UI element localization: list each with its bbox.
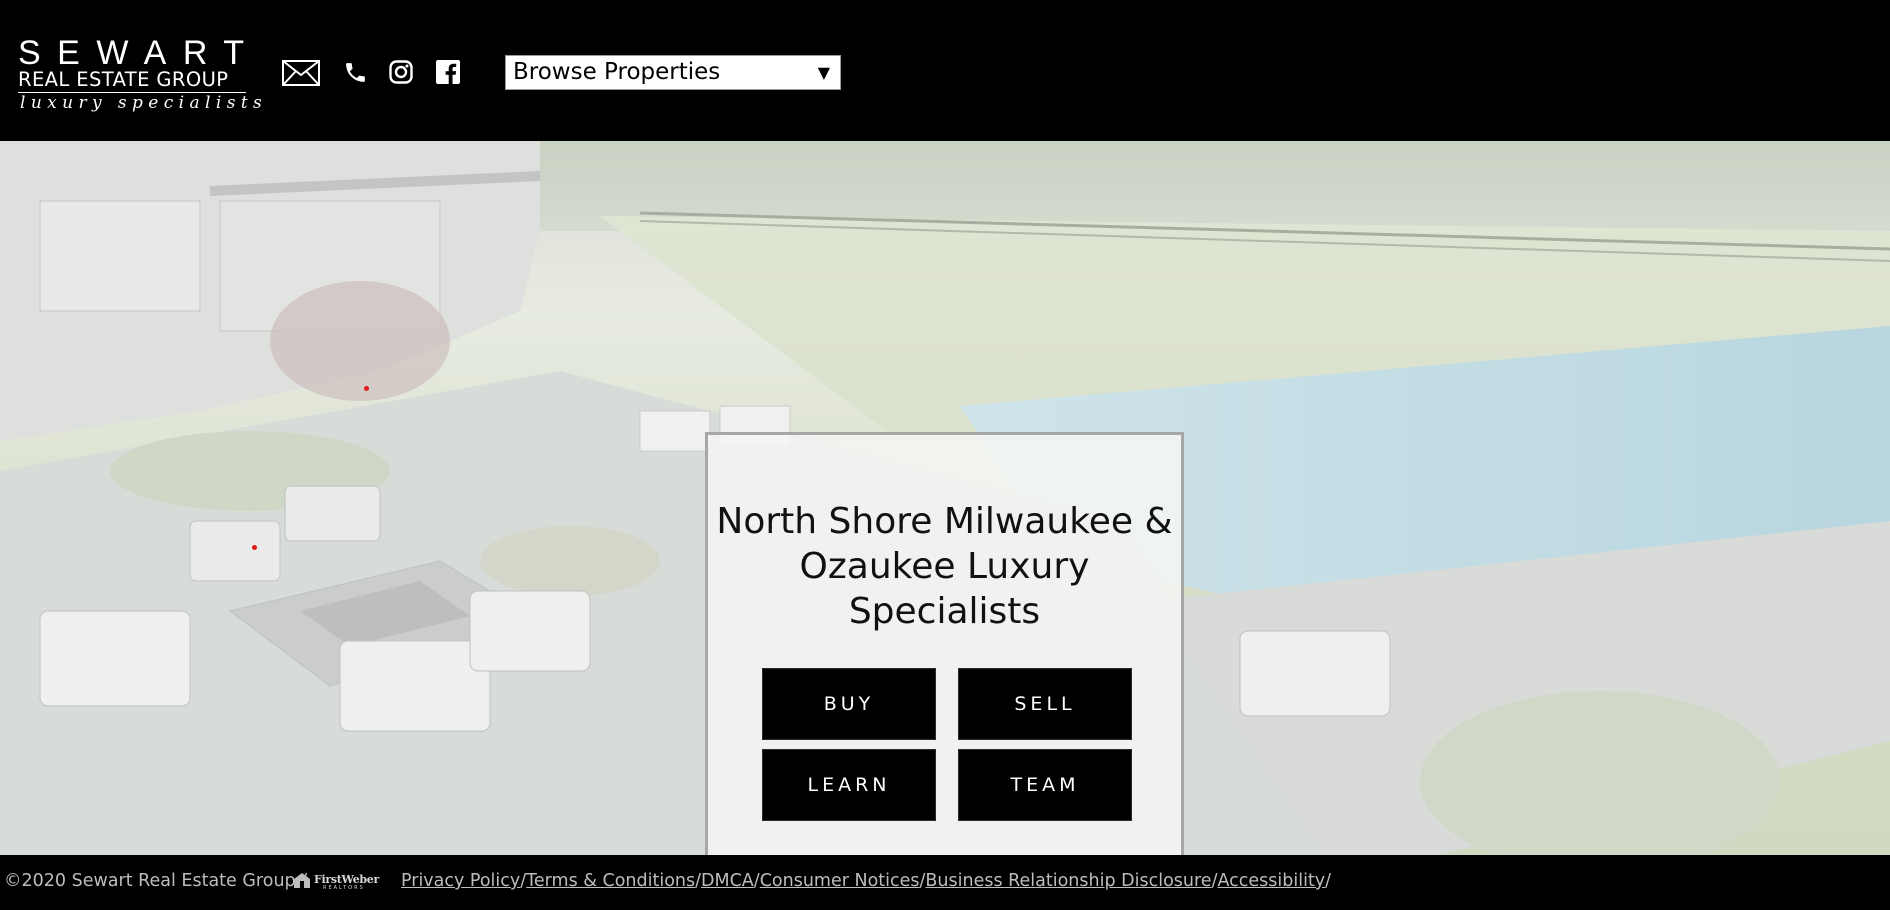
hero-card: North Shore Milwaukee & Ozaukee Luxury S…: [705, 432, 1184, 855]
site-header: SEWART REAL ESTATE GROUP luxury speciali…: [0, 0, 1890, 141]
house-icon: [294, 873, 310, 888]
logo-subtitle: REAL ESTATE GROUP: [18, 68, 229, 91]
footer-link-accessibility[interactable]: Accessibility: [1217, 871, 1325, 891]
footer-link-business-relationship-disclosure[interactable]: Business Relationship Disclosure: [925, 871, 1211, 891]
learn-button[interactable]: LEARN: [763, 750, 935, 820]
logo-wordmark: SEWART: [18, 34, 261, 72]
mail-icon[interactable]: [282, 60, 320, 86]
link-separator: /: [1325, 871, 1332, 891]
site-logo[interactable]: SEWART REAL ESTATE GROUP luxury speciali…: [18, 34, 268, 114]
phone-icon[interactable]: [343, 60, 368, 85]
footer-link-terms[interactable]: Terms & Conditions: [526, 871, 695, 891]
marker-dot: [252, 545, 257, 550]
hero-banner: North Shore Milwaukee & Ozaukee Luxury S…: [0, 141, 1890, 855]
marker-dot: [364, 386, 369, 391]
logo-tagline: luxury specialists: [20, 93, 268, 113]
firstweber-sub: REALTORS: [323, 885, 365, 891]
hero-title: North Shore Milwaukee & Ozaukee Luxury S…: [716, 501, 1173, 632]
browse-properties-select[interactable]: Browse Properties ▼: [505, 55, 841, 90]
footer-links: Privacy Policy/Terms & Conditions/DMCA/C…: [401, 871, 1331, 891]
team-button[interactable]: TEAM: [959, 750, 1131, 820]
sell-button[interactable]: SELL: [959, 669, 1131, 739]
footer-link-consumer-notices[interactable]: Consumer Notices: [760, 871, 920, 891]
footer-link-dmca[interactable]: DMCA: [701, 871, 754, 891]
buy-button[interactable]: BUY: [763, 669, 935, 739]
chevron-down-icon: ▼: [817, 63, 830, 82]
browse-select-value: Browse Properties: [513, 59, 721, 85]
footer-link-privacy-policy[interactable]: Privacy Policy: [401, 871, 520, 891]
facebook-icon[interactable]: [436, 60, 460, 84]
site-footer: ©2020 Sewart Real Estate Group / FirstWe…: [0, 855, 1890, 910]
instagram-icon[interactable]: [389, 60, 413, 84]
copyright-text: ©2020 Sewart Real Estate Group /: [4, 871, 308, 891]
